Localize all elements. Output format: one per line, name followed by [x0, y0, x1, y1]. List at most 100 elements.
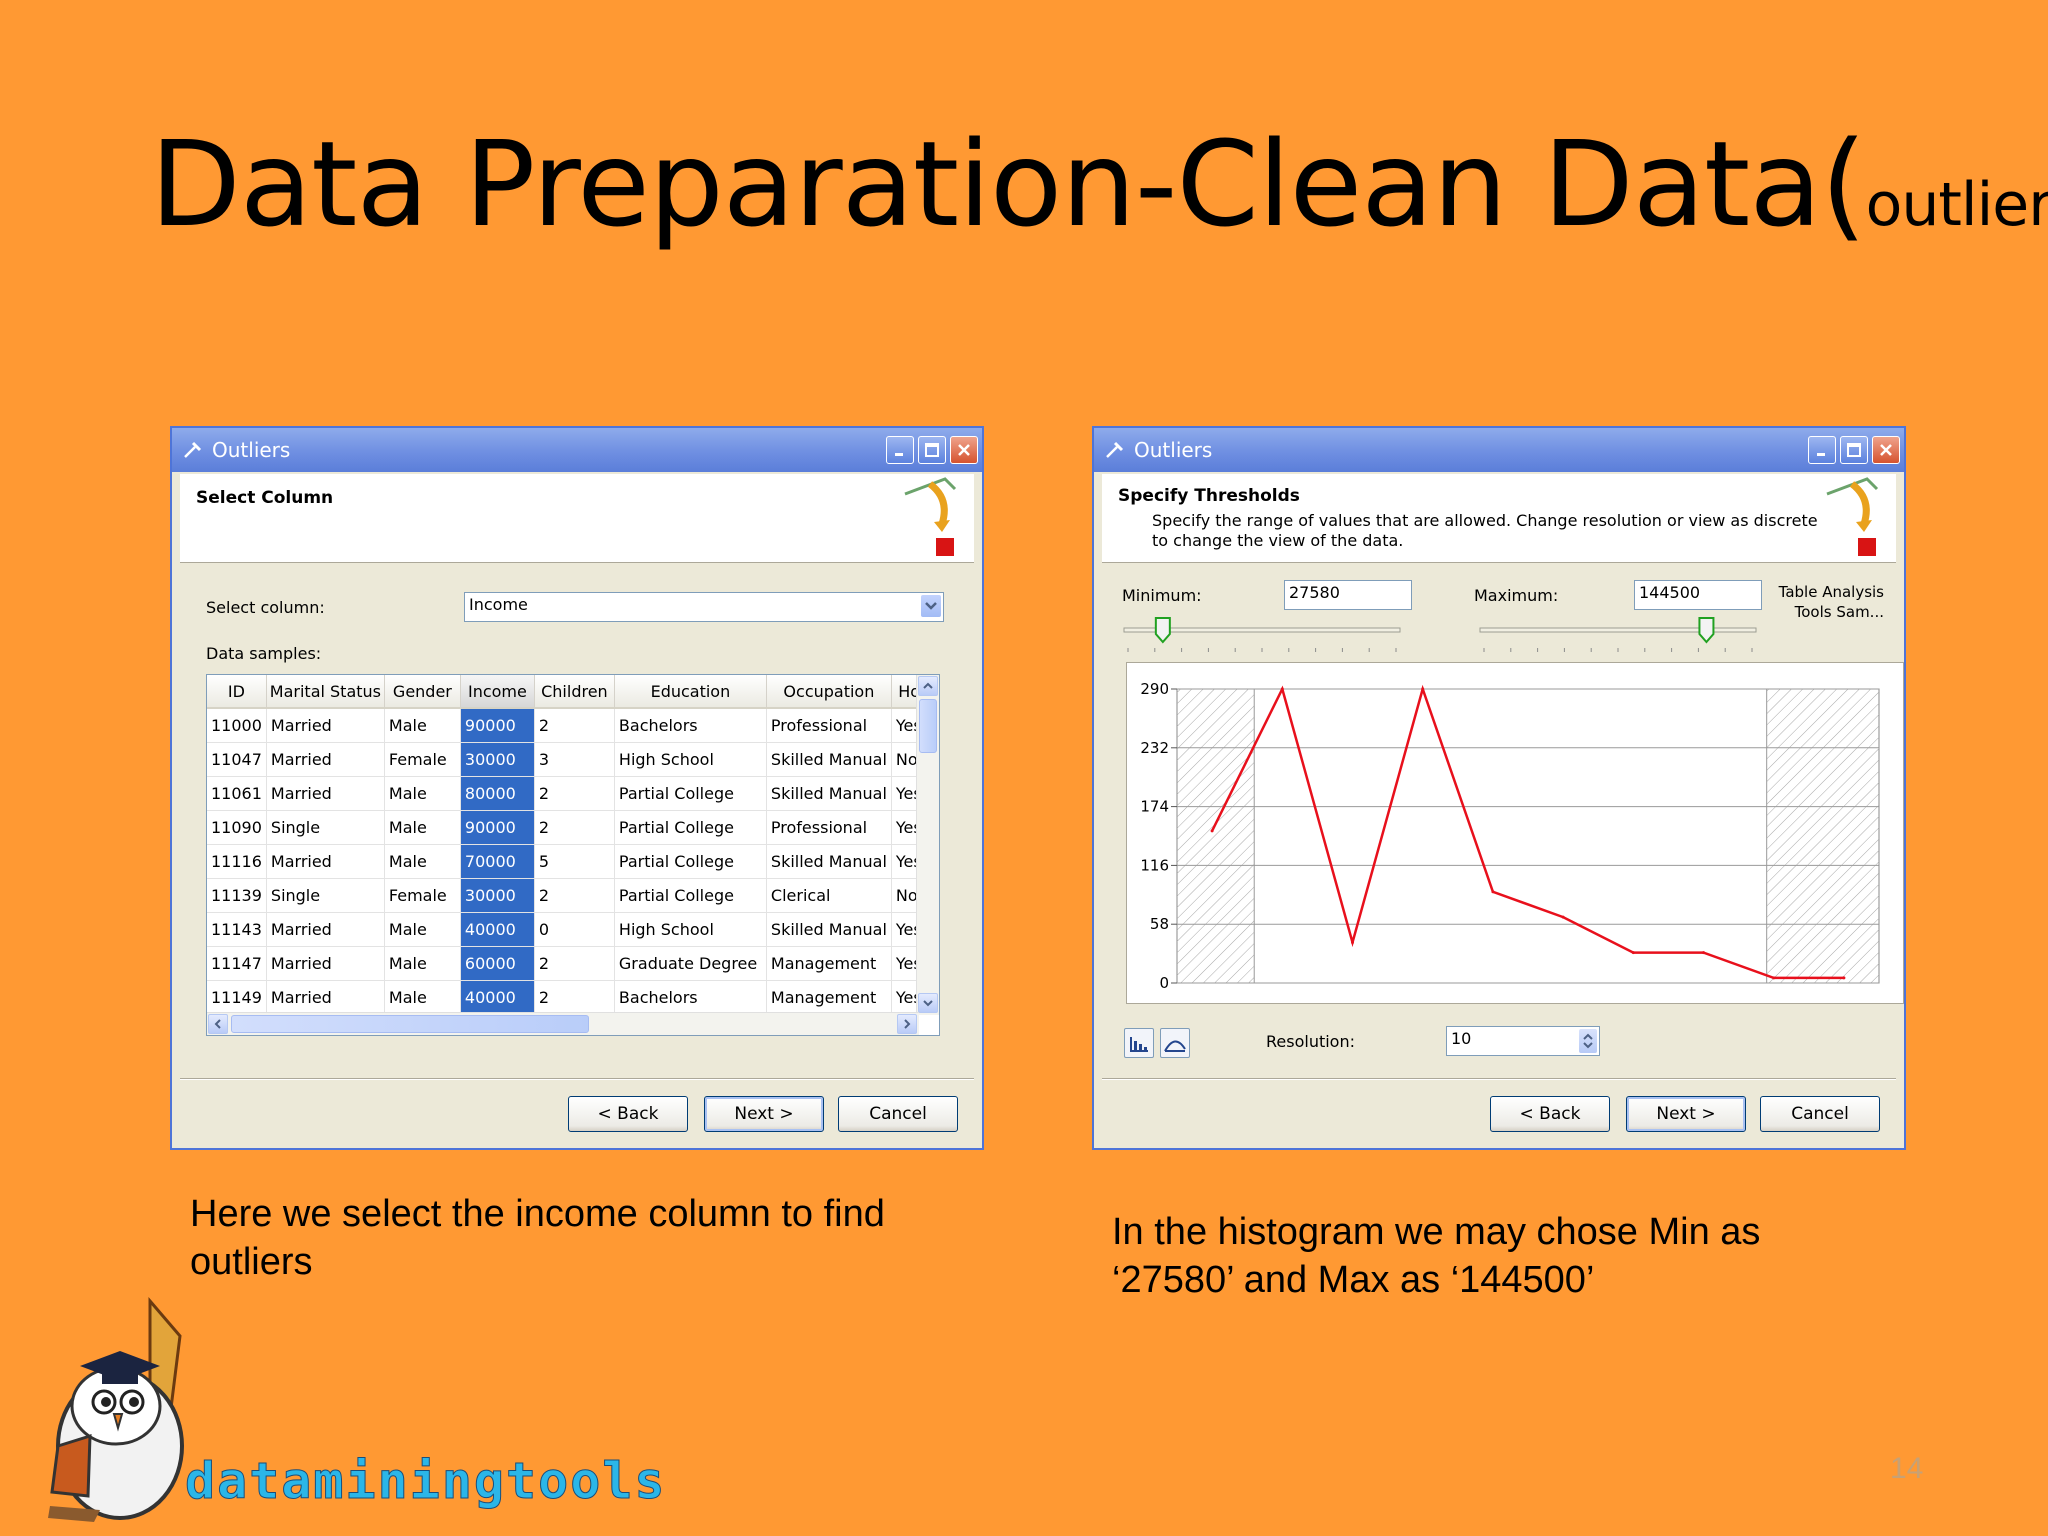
table-cell: 30000 — [460, 742, 535, 777]
horizontal-scrollbar[interactable] — [207, 1012, 919, 1035]
column-header[interactable]: Income — [460, 675, 535, 709]
histogram-view-button[interactable] — [1124, 1028, 1154, 1058]
maximize-button[interactable] — [918, 436, 946, 464]
table-cell: 11047 — [207, 742, 267, 777]
scroll-right-button[interactable] — [897, 1014, 917, 1034]
spin-icon — [1583, 1033, 1593, 1049]
spin-button[interactable] — [1579, 1029, 1597, 1053]
table-cell: 70000 — [460, 844, 535, 879]
table-row[interactable]: 11116 Married Male 70000 5 Partial College Ski… — [207, 844, 934, 879]
table-analysis-note: Table Analysis Tools Sam... — [1778, 583, 1884, 621]
maximum-slider[interactable] — [1476, 616, 1760, 656]
column-header[interactable]: Education — [614, 675, 767, 709]
resolution-spinner[interactable]: 10 — [1446, 1026, 1600, 1056]
table-cell: 0 — [534, 912, 615, 947]
table-cell: 40000 — [460, 980, 535, 1015]
vertical-scrollbar[interactable] — [916, 675, 939, 1015]
next-button[interactable]: Next > — [1626, 1096, 1746, 1132]
minimum-slider[interactable] — [1120, 616, 1404, 656]
table-cell: Professional — [766, 708, 892, 743]
table-row[interactable]: 11139 Single Female 30000 2 Partial College Cl… — [207, 878, 934, 913]
minimum-slider-thumb[interactable] — [1154, 617, 1171, 644]
title-main: Data Preparation-Clean Data( — [150, 115, 1867, 253]
y-tick-label: 232 — [1140, 739, 1169, 757]
scroll-down-button[interactable] — [918, 993, 938, 1013]
column-header[interactable]: Children — [534, 675, 615, 709]
data-samples-grid[interactable]: ID Marital Status Gender Income Children Educ… — [206, 674, 940, 1036]
table-cell: Management — [766, 980, 892, 1015]
table-row[interactable]: 11149 Married Male 40000 2 Bachelors Managemen… — [207, 980, 934, 1015]
maximum-input[interactable]: 144500 — [1634, 580, 1762, 610]
slider-track[interactable] — [1479, 627, 1757, 633]
table-row[interactable]: 11090 Single Male 90000 2 Partial College Prof… — [207, 810, 934, 845]
back-button[interactable]: < Back — [568, 1096, 688, 1132]
excluded-high-region — [1766, 689, 1879, 983]
histogram-panel: 0 58 116 174 232 290 — [1126, 662, 1904, 1004]
close-button[interactable] — [950, 436, 978, 464]
maximum-label: Maximum: — [1474, 586, 1559, 605]
window-title: Outliers — [1134, 438, 1213, 462]
minimize-button[interactable] — [886, 436, 914, 464]
table-row[interactable]: 11061 Married Male 80000 2 Partial College Ski… — [207, 776, 934, 811]
cancel-button[interactable]: Cancel — [838, 1096, 958, 1132]
table-cell: Male — [384, 708, 461, 743]
scroll-down-icon — [923, 1000, 933, 1007]
scroll-up-icon — [923, 682, 933, 689]
window-titlebar[interactable]: Outliers — [172, 428, 982, 472]
table-cell: 60000 — [460, 946, 535, 981]
header-description: Specify the range of values that are all… — [1152, 511, 1818, 550]
table-row[interactable]: 11147 Married Male 60000 2 Graduate Degree Man… — [207, 946, 934, 981]
table-cell: 2 — [534, 776, 615, 811]
minimum-label: Minimum: — [1122, 586, 1202, 605]
data-samples-table: ID Marital Status Gender Income Children Educ… — [207, 675, 934, 1015]
table-row[interactable]: 11047 Married Female 30000 3 High School Skill… — [207, 742, 934, 777]
horizontal-scroll-thumb[interactable] — [231, 1015, 589, 1033]
curve-view-button[interactable] — [1160, 1028, 1190, 1058]
title-small: outliers — [1865, 170, 2048, 240]
column-header[interactable]: ID — [207, 675, 267, 709]
next-button[interactable]: Next > — [704, 1096, 824, 1132]
window-titlebar[interactable]: Outliers — [1094, 428, 1904, 472]
header-title: Specify Thresholds — [1118, 486, 1300, 506]
table-cell: Male — [384, 776, 461, 811]
close-button[interactable] — [1872, 436, 1900, 464]
column-header[interactable]: Occupation — [766, 675, 892, 709]
column-header[interactable]: Marital Status — [266, 675, 385, 709]
header-title: Select Column — [196, 488, 334, 508]
excluded-low-region — [1177, 689, 1255, 983]
minimum-input[interactable]: 27580 — [1284, 580, 1412, 610]
minimize-button[interactable] — [1808, 436, 1836, 464]
table-cell: 11116 — [207, 844, 267, 879]
select-column-dropdown[interactable]: Income — [464, 592, 944, 622]
maximize-button[interactable] — [1840, 436, 1868, 464]
scroll-left-button[interactable] — [208, 1014, 228, 1034]
column-header[interactable]: Gender — [384, 675, 461, 709]
histogram-point — [1702, 951, 1705, 955]
table-cell: Male — [384, 844, 461, 879]
logo-wordmark: dataminingtools — [185, 1452, 667, 1511]
maximum-slider-thumb[interactable] — [1698, 617, 1715, 644]
dropdown-arrow-button[interactable] — [921, 595, 941, 617]
y-tick-label: 174 — [1140, 798, 1169, 816]
cancel-button[interactable]: Cancel — [1760, 1096, 1880, 1132]
histogram-point — [1491, 890, 1495, 894]
table-row[interactable]: 11143 Married Male 40000 0 High School Skilled… — [207, 912, 934, 947]
table-cell: 2 — [534, 810, 615, 845]
table-cell: Skilled Manual — [766, 912, 892, 947]
select-column-label: Select column: — [206, 598, 325, 617]
histogram-view-icon — [1130, 1037, 1148, 1052]
table-row[interactable]: 11000 Married Male 90000 2 Bachelors Professio… — [207, 708, 934, 743]
logo-text: dataminingtools — [185, 1452, 667, 1511]
scroll-up-button[interactable] — [918, 676, 938, 696]
back-button[interactable]: < Back — [1490, 1096, 1610, 1132]
table-cell: Graduate Degree — [614, 946, 767, 981]
vertical-scroll-thumb[interactable] — [919, 699, 937, 753]
histogram-point — [1842, 976, 1846, 980]
table-cell: Male — [384, 912, 461, 947]
scroll-right-icon — [904, 1019, 911, 1029]
table-cell: 3 — [534, 742, 615, 777]
histogram-point — [1631, 951, 1635, 955]
page-number: 14 — [1890, 1452, 1924, 1485]
wizard-header: Select Column — [180, 474, 974, 563]
histogram-chart[interactable]: 0 58 116 174 232 290 — [1127, 663, 1903, 1003]
